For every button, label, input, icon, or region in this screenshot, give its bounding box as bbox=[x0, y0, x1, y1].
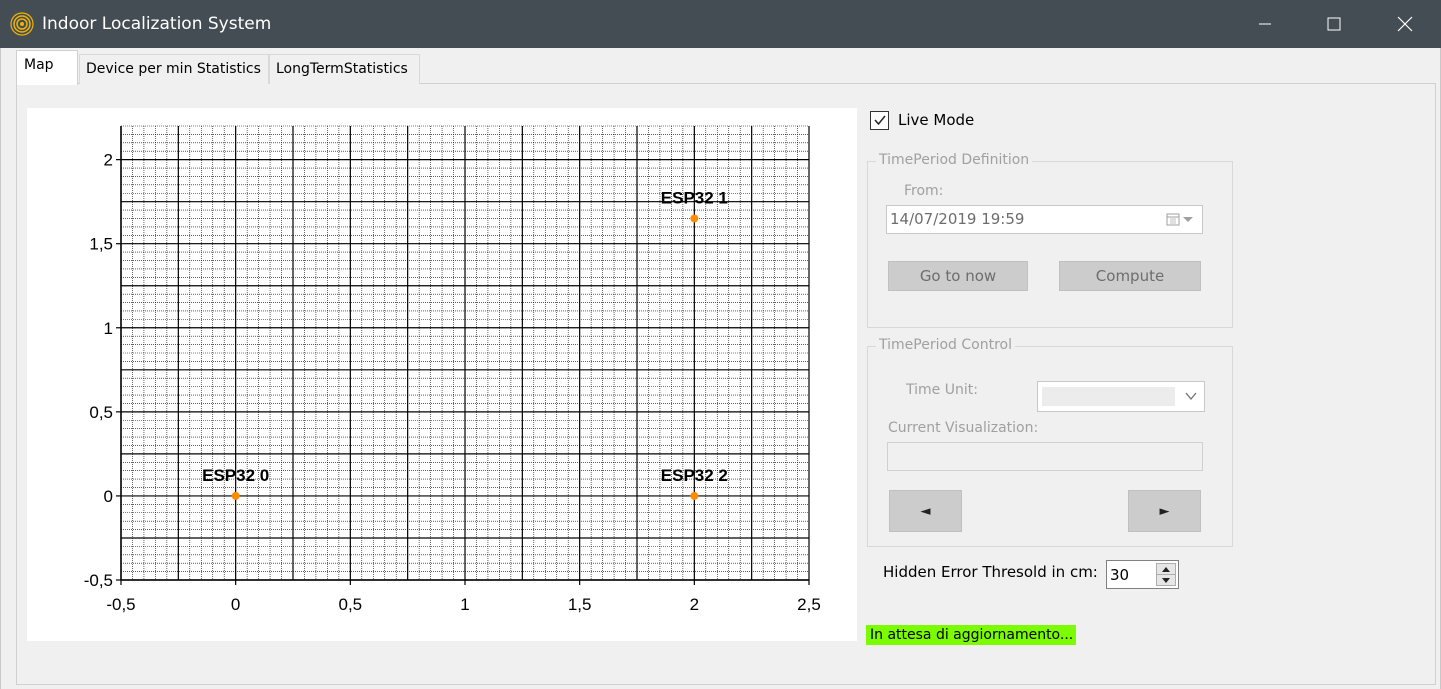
y-tick-label: -0,5 bbox=[84, 571, 113, 590]
x-tick-label: 0,5 bbox=[339, 595, 363, 614]
device-label: ESP32 1 bbox=[661, 188, 728, 207]
spin-up-button[interactable] bbox=[1157, 564, 1175, 575]
threshold-spinner[interactable] bbox=[1156, 563, 1176, 586]
calendar-icon bbox=[1166, 213, 1180, 226]
device-point bbox=[690, 214, 699, 223]
go-to-now-button[interactable]: Go to now bbox=[888, 261, 1028, 291]
time-unit-select[interactable] bbox=[1037, 381, 1205, 412]
next-period-button[interactable]: ► bbox=[1128, 490, 1201, 532]
window-title: Indoor Localization System bbox=[42, 14, 272, 34]
device-point bbox=[231, 491, 240, 500]
x-tick-label: -0,5 bbox=[106, 595, 135, 614]
calendar-dropdown-button[interactable] bbox=[1166, 212, 1194, 226]
hidden-error-threshold-label: Hidden Error Thresold in cm: bbox=[883, 563, 1098, 581]
live-mode-checkbox[interactable] bbox=[870, 110, 889, 130]
wifi-signal-icon bbox=[10, 12, 34, 36]
from-date-value: 14/07/2019 19:59 bbox=[890, 210, 1025, 228]
x-tick-label: 1 bbox=[460, 595, 469, 614]
map-chart-area: -0,5 0 0,5 1 1,5 2 2,5 -0,5 0 0,5 1 1,5 2 ESP32 0 ESP3… bbox=[27, 108, 857, 641]
from-date-picker[interactable]: 14/07/2019 19:59 bbox=[886, 205, 1203, 234]
tab-device-per-min-statistics[interactable]: Device per min Statistics bbox=[79, 54, 269, 84]
y-tick-label: 1,5 bbox=[89, 235, 113, 254]
chevron-down-icon bbox=[1185, 392, 1197, 401]
hidden-error-threshold-input[interactable]: 30 bbox=[1106, 560, 1179, 589]
x-tick-label: 0 bbox=[231, 595, 240, 614]
compute-button[interactable]: Compute bbox=[1059, 261, 1201, 291]
current-visualization-field[interactable] bbox=[887, 442, 1203, 471]
checkmark-icon bbox=[873, 115, 886, 126]
map-chart[interactable]: -0,5 0 0,5 1 1,5 2 2,5 -0,5 0 0,5 1 1,5 2 ESP32 0 ESP3… bbox=[27, 108, 857, 641]
device-label: ESP32 0 bbox=[202, 466, 269, 485]
device-label: ESP32 2 bbox=[661, 466, 728, 485]
spin-down-button[interactable] bbox=[1157, 575, 1175, 586]
close-button[interactable] bbox=[1370, 0, 1440, 48]
minimize-icon bbox=[1259, 23, 1271, 25]
y-tick-label: 0,5 bbox=[89, 403, 113, 422]
live-mode-checkbox-row[interactable]: Live Mode bbox=[870, 110, 974, 130]
tab-map[interactable]: Map bbox=[16, 50, 78, 85]
time-unit-value bbox=[1042, 387, 1175, 406]
caret-down-icon bbox=[1162, 578, 1170, 583]
y-tick-label: 0 bbox=[104, 487, 113, 506]
x-tick-label: 2 bbox=[690, 595, 699, 614]
from-label: From: bbox=[904, 183, 944, 199]
maximize-button[interactable] bbox=[1299, 0, 1369, 48]
maximize-icon bbox=[1327, 17, 1341, 31]
y-tick-label: 1 bbox=[104, 319, 113, 338]
close-icon bbox=[1397, 16, 1413, 32]
title-bar: Indoor Localization System bbox=[0, 0, 1441, 48]
time-period-definition-title: TimePeriod Definition bbox=[876, 152, 1033, 168]
status-label: In attesa di aggiornamento... bbox=[866, 625, 1076, 645]
x-tick-label: 2,5 bbox=[797, 595, 821, 614]
tab-long-term-statistics[interactable]: LongTermStatistics bbox=[269, 54, 420, 84]
device-point bbox=[690, 491, 699, 500]
time-unit-label: Time Unit: bbox=[906, 382, 978, 398]
live-mode-label: Live Mode bbox=[898, 111, 975, 129]
y-tick-label: 2 bbox=[104, 151, 113, 170]
caret-up-icon bbox=[1162, 566, 1170, 572]
minimize-button[interactable] bbox=[1230, 0, 1300, 48]
current-visualization-label: Current Visualization: bbox=[888, 420, 1039, 436]
threshold-value: 30 bbox=[1110, 566, 1130, 584]
time-period-control-title: TimePeriod Control bbox=[876, 337, 1015, 353]
x-tick-label: 1,5 bbox=[568, 595, 592, 614]
chevron-down-icon bbox=[1183, 217, 1193, 222]
previous-period-button[interactable]: ◄ bbox=[889, 490, 962, 532]
